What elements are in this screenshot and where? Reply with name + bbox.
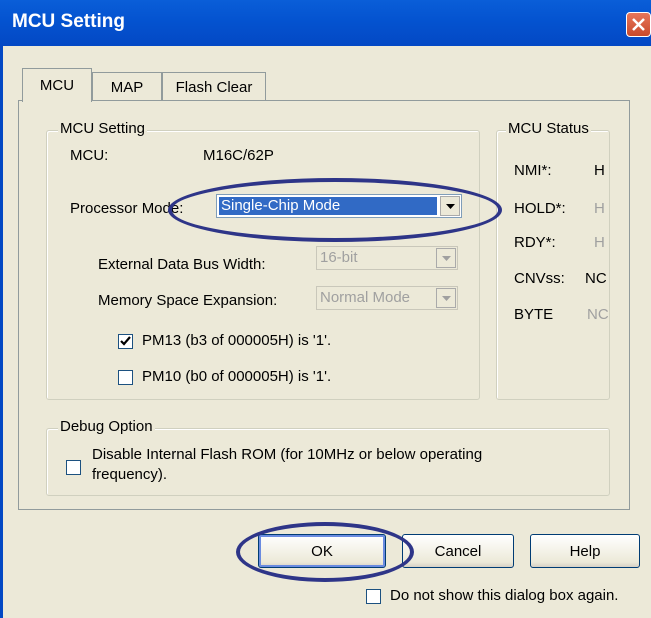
dropdown-button[interactable] (436, 288, 456, 308)
bus-width-select[interactable]: 16-bit (316, 246, 458, 270)
bus-width-label: External Data Bus Width: (98, 256, 266, 273)
close-button[interactable] (626, 12, 651, 37)
window-title: MCU Setting (12, 11, 125, 32)
ok-button[interactable]: OK (258, 534, 386, 568)
tab-flash-clear[interactable]: Flash Clear (162, 72, 266, 102)
mcu-setting-legend: MCU Setting (58, 120, 148, 137)
processor-mode-label: Processor Mode: (70, 200, 184, 217)
mcu-status-legend: MCU Status (506, 120, 591, 137)
processor-mode-value: Single-Chip Mode (219, 197, 437, 215)
disable-flash-label-line2: frequency). (92, 466, 168, 483)
status-nmi-value: H (594, 162, 605, 179)
status-rdy-name: RDY*: (514, 234, 556, 251)
pm13-checkbox[interactable] (118, 334, 133, 349)
close-icon (632, 18, 645, 31)
dont-show-label: Do not show this dialog box again. (390, 587, 619, 604)
dont-show-checkbox[interactable] (366, 589, 381, 604)
mcu-label: MCU: (70, 147, 109, 164)
pm10-label: PM10 (b0 of 000005H) is '1'. (142, 368, 332, 385)
processor-mode-select[interactable]: Single-Chip Mode (216, 194, 462, 218)
status-hold-name: HOLD*: (514, 200, 566, 217)
bus-width-value: 16-bit (320, 249, 358, 266)
window-left-border (0, 46, 3, 618)
help-button[interactable]: Help (530, 534, 640, 568)
status-byte-name: BYTE (514, 306, 554, 323)
chevron-down-icon (446, 204, 455, 209)
cancel-button[interactable]: Cancel (402, 534, 514, 568)
debug-option-legend: Debug Option (58, 418, 155, 435)
pm10-checkbox[interactable] (118, 370, 133, 385)
pm13-label: PM13 (b3 of 000005H) is '1'. (142, 332, 332, 349)
disable-flash-checkbox[interactable] (66, 460, 81, 475)
chevron-down-icon (442, 256, 451, 261)
memory-expansion-value: Normal Mode (320, 289, 411, 306)
dropdown-button[interactable] (440, 196, 460, 216)
status-cnvss-name: CNVss: (514, 270, 565, 287)
status-cnvss-value: NC (585, 270, 607, 287)
status-rdy-value: H (594, 234, 605, 251)
tab-map[interactable]: MAP (92, 72, 162, 102)
status-byte-value: NC (587, 306, 609, 323)
status-hold-value: H (594, 200, 605, 217)
memory-expansion-label: Memory Space Expansion: (98, 292, 278, 309)
dropdown-button[interactable] (436, 248, 456, 268)
chevron-down-icon (442, 296, 451, 301)
status-nmi-name: NMI*: (514, 162, 552, 179)
memory-expansion-select[interactable]: Normal Mode (316, 286, 458, 310)
tab-mcu[interactable]: MCU (22, 68, 92, 102)
mcu-value: M16C/62P (203, 147, 274, 164)
disable-flash-label-line1: Disable Internal Flash ROM (for 10MHz or… (92, 446, 483, 463)
check-icon (120, 336, 131, 346)
